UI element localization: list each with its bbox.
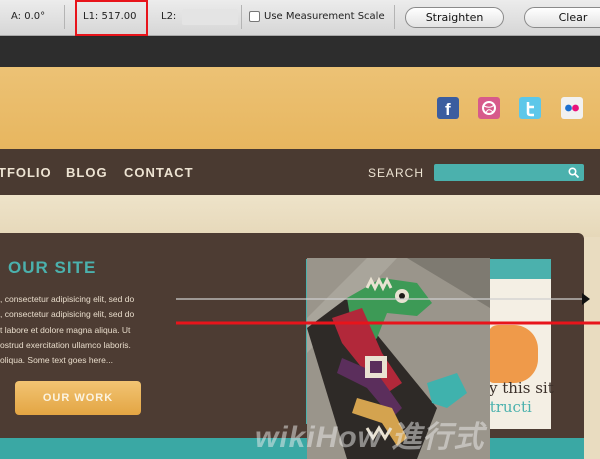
dribbble-icon[interactable] — [478, 97, 500, 119]
measurement-scale-label: Use Measurement Scale — [264, 11, 385, 22]
nav-item-contact[interactable]: CONTACT — [124, 165, 194, 180]
site-header: f — [0, 67, 600, 149]
toolbar-divider — [394, 5, 395, 29]
search-input[interactable] — [434, 164, 584, 181]
hero-text-line: ostrud exercitation ullamco laboris. — [0, 340, 131, 350]
search-icon[interactable] — [567, 166, 580, 179]
watermark: wikiHow 進行式 — [255, 421, 485, 454]
length1-readout: L1: 517.00 — [83, 11, 137, 22]
hero-text-line: oliqua. Some text goes here... — [0, 355, 113, 365]
measure-tool-options-bar: A: 0.0° L1: 517.00 L2: Use Measurement S… — [0, 0, 600, 36]
length2-value — [182, 9, 238, 25]
slide-heading: y this sit — [489, 379, 554, 397]
nav-item-blog[interactable]: BLOG — [66, 165, 108, 180]
nav-item-portfolio[interactable]: TFOLIO — [0, 165, 52, 180]
length2-readout: L2: — [161, 11, 177, 22]
hero-title: OUR SITE — [8, 258, 97, 277]
svg-text:f: f — [445, 100, 451, 119]
document-canvas[interactable]: f TFOLIO BLOG CONTACT SEARCH OUR SITE , … — [0, 67, 600, 459]
clear-button[interactable]: Clear — [524, 7, 600, 28]
site-navigation: TFOLIO BLOG CONTACT SEARCH — [0, 149, 600, 195]
straighten-button[interactable]: Straighten — [405, 7, 504, 28]
flickr-icon[interactable] — [561, 97, 583, 119]
our-work-button[interactable]: OUR WORK — [15, 381, 141, 415]
twitter-icon[interactable] — [519, 97, 541, 119]
hero-text-line: t labore et dolore magna aliqua. Ut — [0, 325, 131, 335]
angle-readout: A: 0.0° — [11, 11, 46, 22]
hero-text-line: , consectetur adipisicing elit, sed do — [0, 309, 135, 319]
slide-graphic — [488, 325, 538, 383]
toolbar-divider — [241, 5, 242, 29]
facebook-icon[interactable]: f — [437, 97, 459, 119]
measurement-scale-checkbox[interactable] — [249, 11, 260, 22]
content-band — [0, 195, 600, 237]
toolbar-divider — [64, 5, 65, 29]
canvas-gutter — [0, 37, 600, 67]
search-label: SEARCH — [368, 166, 425, 180]
hero-text-line: , consectetur adipisicing elit, sed do — [0, 294, 135, 304]
